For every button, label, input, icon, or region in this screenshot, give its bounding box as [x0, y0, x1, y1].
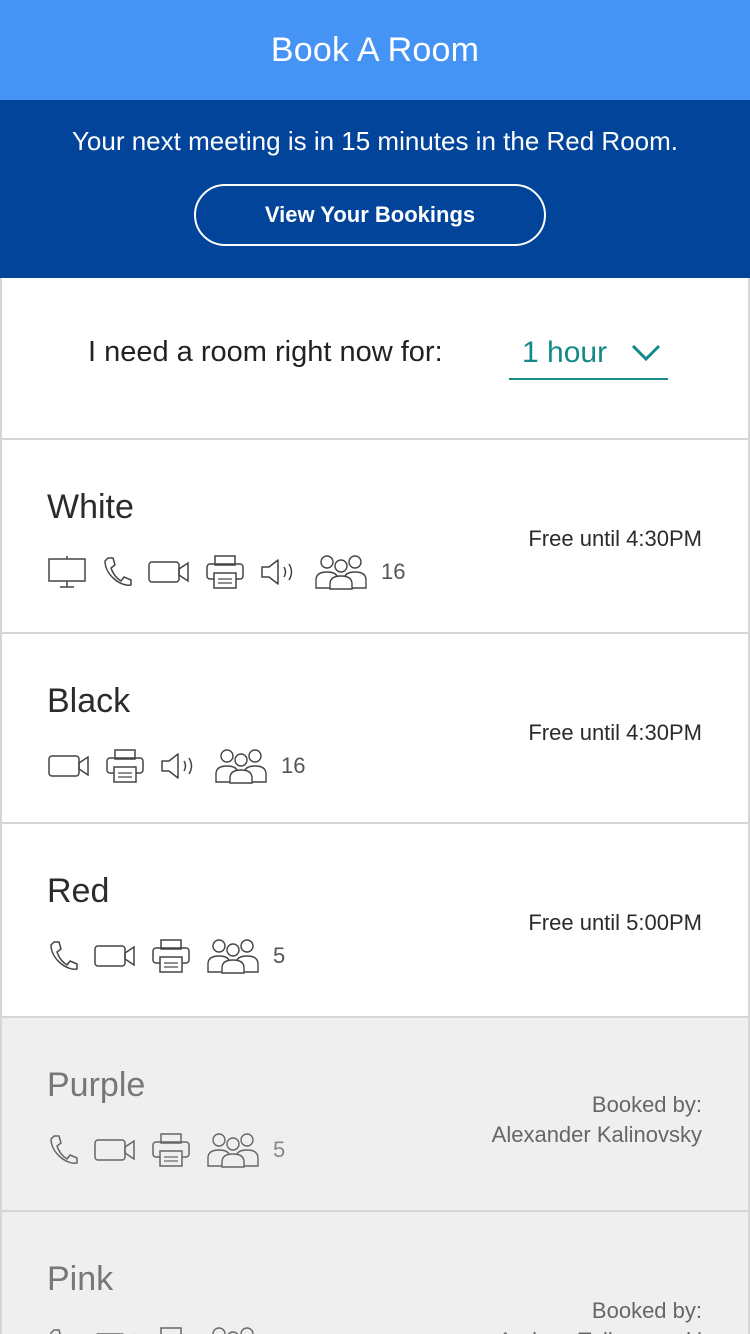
printer-icon — [106, 749, 144, 783]
room-status: Free until 4:30PM — [528, 526, 702, 551]
room-capacity: 16 — [281, 753, 306, 778]
page-title: Book A Room — [270, 30, 480, 69]
phone-icon — [104, 557, 132, 586]
printer-icon — [206, 555, 244, 589]
room-row-red[interactable]: Red Free until 5:00PM 5 — [0, 822, 750, 1017]
room-name: White — [47, 488, 134, 526]
speaker-icon — [161, 753, 193, 779]
room-row-pink[interactable]: Pink Booked by: Andrew Tulloszewski 5 — [0, 1210, 750, 1334]
room-row-white[interactable]: White Free until 4:30PM 16 — [0, 438, 750, 633]
chevron-down-icon — [631, 344, 661, 362]
room-row-black[interactable]: Black Free until 4:30PM 16 — [0, 632, 750, 824]
amenity-list: 5 — [47, 1324, 285, 1334]
printer-icon — [160, 1327, 182, 1334]
people-icon — [315, 555, 367, 590]
app-title-bar: Book A Room — [0, 0, 750, 100]
amenity-list: 5 — [47, 936, 285, 976]
next-meeting-banner: Your next meeting is in 15 minutes in th… — [0, 100, 750, 278]
people-icon — [207, 939, 259, 974]
phone-icon — [50, 1329, 61, 1334]
people-icon — [212, 1327, 254, 1334]
room-status: Free until 4:30PM — [528, 720, 702, 745]
duration-selector-row: I need a room right now for: 1 hour — [0, 278, 750, 438]
amenity-list: 16 — [47, 552, 405, 592]
room-name: Purple — [47, 1066, 146, 1104]
room-capacity: 5 — [273, 1137, 286, 1162]
video-camera-icon — [95, 1333, 135, 1334]
amenity-list: 5 — [47, 1130, 285, 1170]
booked-by-label: Booked by: — [591, 1092, 702, 1117]
room-capacity: 16 — [381, 559, 406, 584]
video-camera-icon — [94, 1139, 135, 1161]
amenity-list: 16 — [47, 746, 305, 786]
room-status: Free until 5:00PM — [528, 910, 702, 935]
room-row-purple[interactable]: Purple Booked by: Alexander Kalinovsky 5 — [0, 1016, 750, 1211]
booked-by-name: Andrew Tulloszewski — [498, 1326, 702, 1334]
booked-by-label: Booked by: — [591, 1298, 702, 1323]
need-room-label: I need a room right now for: — [88, 336, 443, 368]
room-capacity: 5 — [273, 943, 286, 968]
printer-icon — [152, 1133, 190, 1167]
phone-icon — [50, 1135, 78, 1164]
display-icon — [48, 556, 86, 588]
video-camera-icon — [148, 561, 189, 583]
booked-by-name: Alexander Kalinovsky — [491, 1122, 702, 1147]
room-booking-info: Booked by: Alexander Kalinovsky — [492, 1090, 702, 1150]
room-booking-info: Booked by: Andrew Tulloszewski — [498, 1296, 702, 1334]
room-name: Black — [47, 682, 131, 720]
room-name: Pink — [47, 1260, 114, 1298]
video-camera-icon — [94, 945, 135, 967]
room-name: Red — [47, 872, 110, 910]
video-camera-icon — [48, 755, 89, 777]
phone-icon — [50, 941, 78, 970]
view-bookings-button[interactable]: View Your Bookings — [194, 184, 546, 246]
duration-dropdown[interactable]: 1 hour — [509, 330, 668, 380]
people-icon — [207, 1133, 259, 1168]
printer-icon — [152, 939, 190, 973]
duration-value: 1 hour — [522, 336, 608, 369]
speaker-icon — [261, 559, 293, 585]
people-icon — [215, 749, 267, 784]
next-meeting-message: Your next meeting is in 15 minutes in th… — [71, 126, 679, 156]
